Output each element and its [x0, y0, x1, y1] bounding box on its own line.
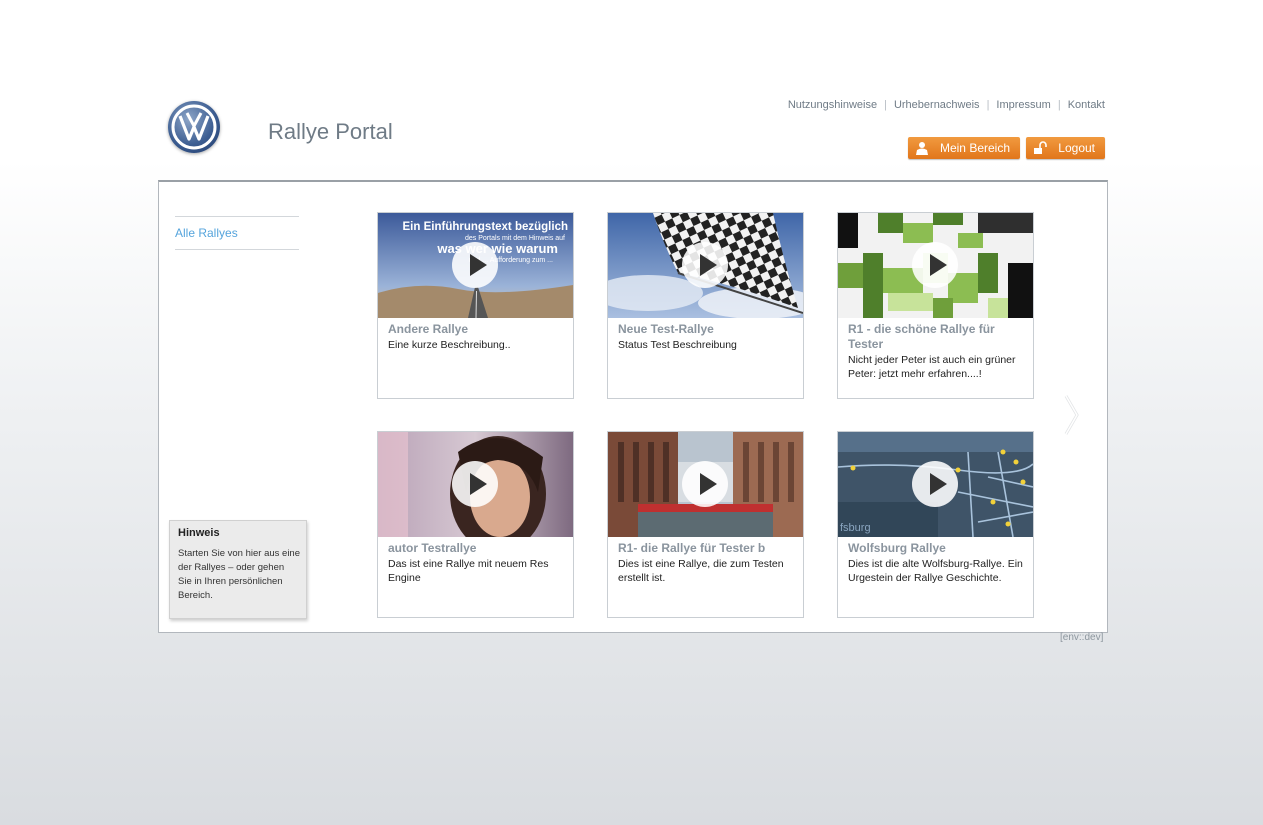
play-icon[interactable] [682, 242, 728, 288]
mein-bereich-label: Mein Bereich [939, 141, 1010, 155]
rally-thumbnail [608, 213, 803, 318]
logout-button[interactable]: Logout [1026, 137, 1105, 159]
page-title: Rallye Portal [268, 119, 393, 144]
rally-description: Eine kurze Beschreibung.. [388, 339, 511, 351]
rally-card[interactable]: R1- die Rallye für Tester b Dies ist ein… [607, 431, 804, 618]
user-icon [916, 142, 928, 155]
map-label: fsburg [840, 522, 871, 534]
rally-card[interactable]: Neue Test-Rallye Status Test Beschreibun… [607, 212, 804, 399]
rally-title[interactable]: Neue Test-Rallye [618, 322, 796, 337]
rally-card[interactable]: R1 - die schöne Rallye für Tester Nicht … [837, 212, 1034, 399]
rally-thumbnail: fsburg [838, 432, 1033, 537]
separator: | [1057, 99, 1061, 111]
thumbnail-text-line1: Ein Einführungstext bezüglich [403, 221, 568, 233]
environment-label: [env::dev] [1060, 632, 1104, 643]
rally-card[interactable]: autor Testrallye Das ist eine Rallye mit… [377, 431, 574, 618]
logout-label: Logout [1058, 141, 1095, 155]
rally-description: Dies ist die alte Wolfsburg-Rallye. Ein … [848, 558, 1023, 584]
hint-text: Starten Sie von hier aus eine der Rallye… [178, 548, 300, 601]
meta-navigation: Nutzungshinweise | Urhebernachweis | Impress… [788, 99, 1105, 111]
play-icon[interactable] [452, 461, 498, 507]
meta-link-kontakt[interactable]: Kontakt [1068, 99, 1105, 111]
rally-thumbnail [608, 432, 803, 537]
rally-description: Status Test Beschreibung [618, 339, 737, 351]
rally-title[interactable]: R1- die Rallye für Tester b [618, 541, 796, 556]
vw-logo[interactable] [168, 101, 220, 153]
meta-link-impressum[interactable]: Impressum [996, 99, 1050, 111]
rally-description: Das ist eine Rallye mit neuem Res Engine [388, 558, 549, 584]
meta-link-nutzungshinweise[interactable]: Nutzungshinweise [788, 99, 877, 111]
hint-box: Hinweis Starten Sie von hier aus eine de… [169, 520, 307, 619]
rally-thumbnail: Ein Einführungstext bezüglich des Portal… [378, 213, 573, 318]
unlock-icon [1034, 141, 1047, 154]
rally-description: Nicht jeder Peter ist auch ein grüner Pe… [848, 354, 1016, 380]
next-page-arrow-icon[interactable] [1063, 394, 1081, 436]
play-icon[interactable] [912, 242, 958, 288]
rally-title[interactable]: R1 - die schöne Rallye für Tester [848, 322, 1026, 352]
rally-title[interactable]: autor Testrallye [388, 541, 566, 556]
separator: | [884, 99, 887, 111]
meta-link-urhebernachweis[interactable]: Urhebernachweis [894, 99, 980, 111]
main-panel: Alle Rallyes Hinweis Starten Sie von hie… [158, 180, 1108, 633]
play-icon[interactable] [452, 242, 498, 288]
rally-title[interactable]: Wolfsburg Rallye [848, 541, 1026, 556]
rally-thumbnail [838, 213, 1033, 318]
mein-bereich-button[interactable]: Mein Bereich [908, 137, 1020, 159]
play-icon[interactable] [912, 461, 958, 507]
separator: | [986, 99, 990, 111]
rally-description: Dies ist eine Rallye, die zum Testen ers… [618, 558, 784, 584]
sidebar-item-alle-rallyes[interactable]: Alle Rallyes [175, 226, 238, 240]
rally-title[interactable]: Andere Rallye [388, 322, 566, 337]
sidebar-nav: Alle Rallyes [175, 216, 299, 250]
rally-thumbnail [378, 432, 573, 537]
rally-card[interactable]: fsburg Wolfsburg Rallye Dies ist die alt… [837, 431, 1034, 618]
rally-card[interactable]: Ein Einführungstext bezüglich des Portal… [377, 212, 574, 399]
play-icon[interactable] [682, 461, 728, 507]
hint-title: Hinweis [178, 527, 220, 539]
